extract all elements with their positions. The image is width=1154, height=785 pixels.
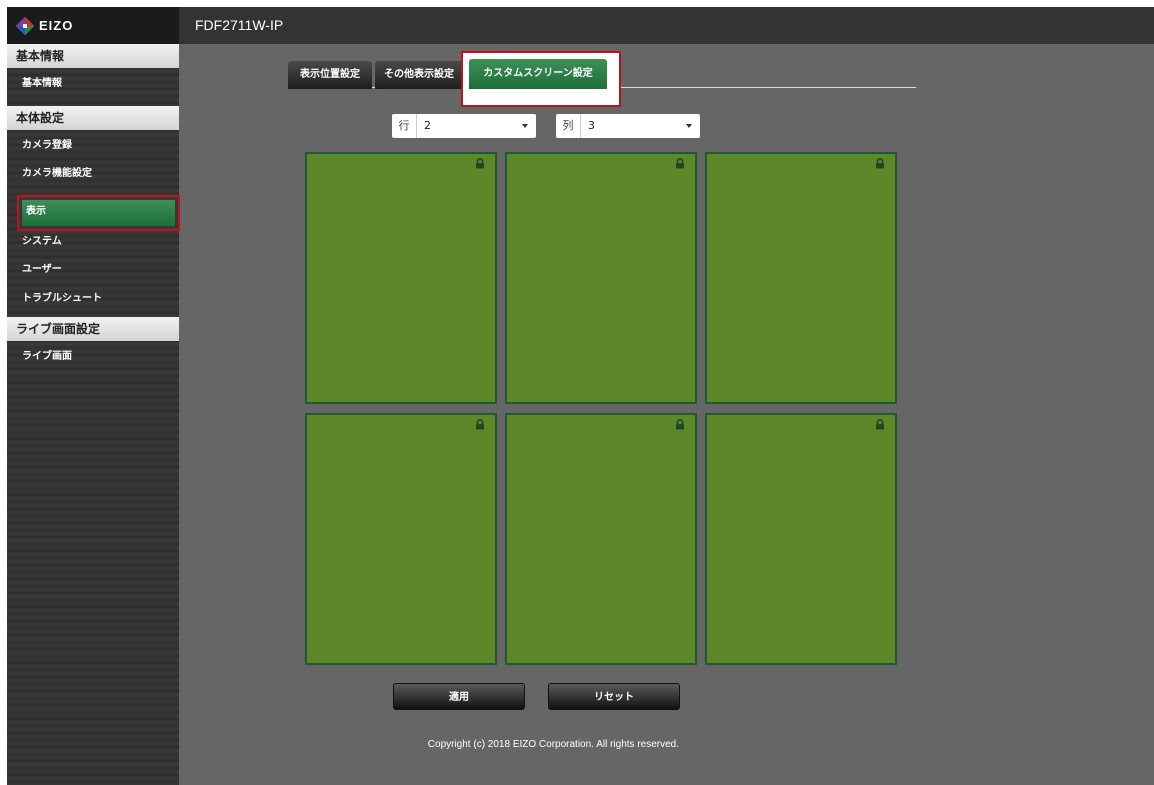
top-bar: EIZO FDF2711W-IP <box>7 7 1154 44</box>
tab-custom-screen[interactable]: カスタムスクリーン設定 <box>469 59 607 89</box>
model-name: FDF2711W-IP <box>195 17 284 33</box>
sidebar-item-basic-info[interactable]: 基本情報 <box>7 73 179 95</box>
lock-icon[interactable] <box>875 419 885 430</box>
column-value: 3 <box>588 119 595 132</box>
sidebar-item-camera-registration[interactable]: カメラ登録 <box>7 135 179 157</box>
sidebar-item-display-highlight[interactable]: 表示 <box>17 195 180 231</box>
chevron-down-icon <box>686 124 692 128</box>
screen-cell[interactable] <box>505 413 697 665</box>
sidebar-item-display[interactable]: 表示 <box>22 200 175 226</box>
screen-cell[interactable] <box>705 152 897 404</box>
app-window: EIZO FDF2711W-IP 基本情報 基本情報 本体設定 カメラ登録 カメ… <box>7 7 1154 785</box>
screen-cell[interactable] <box>705 413 897 665</box>
screen-cell[interactable] <box>505 152 697 404</box>
tab-other-display[interactable]: その他表示設定 <box>375 61 463 89</box>
lock-icon[interactable] <box>675 419 685 430</box>
sidebar: 基本情報 基本情報 本体設定 カメラ登録 カメラ機能設定 表示 システム ユーザ… <box>7 44 180 785</box>
custom-screen-grid <box>305 152 897 665</box>
sidebar-item-live-screen[interactable]: ライブ画面 <box>7 346 179 368</box>
sidebar-item-users[interactable]: ユーザー <box>7 259 179 281</box>
lock-icon[interactable] <box>875 158 885 169</box>
eizo-logo-icon <box>16 16 34 35</box>
column-label: 列 <box>556 114 581 138</box>
lock-icon[interactable] <box>675 158 685 169</box>
row-value: 2 <box>424 119 431 132</box>
row-label: 行 <box>392 114 417 138</box>
brand-logo: EIZO <box>7 7 179 44</box>
main-content: 表示位置設定 その他表示設定 カスタムスクリーン設定 行 2 列 3 適用 リセ… <box>179 44 1154 785</box>
sidebar-section-live-screen-settings[interactable]: ライブ画面設定 <box>7 317 179 341</box>
reset-button[interactable]: リセット <box>548 683 680 710</box>
sidebar-item-system[interactable]: システム <box>7 231 179 253</box>
apply-button[interactable]: 適用 <box>393 683 525 710</box>
logo-text: EIZO <box>39 18 74 33</box>
lock-icon[interactable] <box>475 419 485 430</box>
column-select[interactable]: 列 3 <box>556 114 700 138</box>
screen-cell[interactable] <box>305 413 497 665</box>
sidebar-section-basic-info[interactable]: 基本情報 <box>7 44 179 68</box>
sidebar-item-troubleshoot[interactable]: トラブルシュート <box>7 288 179 310</box>
tab-display-position[interactable]: 表示位置設定 <box>288 61 372 89</box>
copyright-text: Copyright (c) 2018 EIZO Corporation. All… <box>427 739 679 750</box>
sidebar-item-camera-function[interactable]: カメラ機能設定 <box>7 163 179 185</box>
row-select[interactable]: 行 2 <box>392 114 536 138</box>
screen-cell[interactable] <box>305 152 497 404</box>
lock-icon[interactable] <box>475 158 485 169</box>
sidebar-section-device-settings[interactable]: 本体設定 <box>7 106 179 130</box>
chevron-down-icon <box>522 124 528 128</box>
tab-highlight: カスタムスクリーン設定 <box>461 51 621 107</box>
